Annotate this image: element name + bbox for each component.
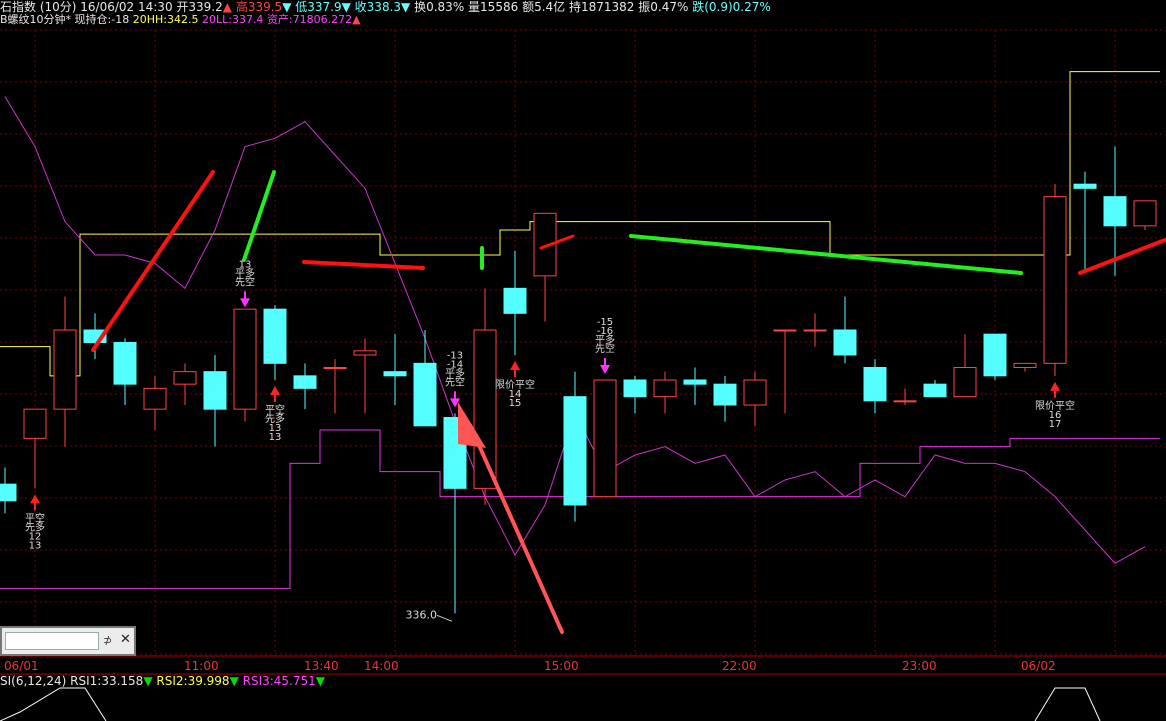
candle-body <box>683 379 707 385</box>
time-axis: 06/01 11:00 13:40 14:00 15:00 22:00 23:0… <box>0 657 1166 674</box>
floating-panel[interactable]: ⊅ ✕ <box>0 626 136 656</box>
candle-body <box>1073 183 1097 189</box>
time-tick: 22:00 <box>722 659 757 673</box>
signal-label: 先空 <box>445 375 465 388</box>
sell-signal-icon <box>600 365 610 374</box>
down-tri-icon: ▼ <box>315 674 326 688</box>
pin-icon[interactable]: ⊅ <box>103 634 112 647</box>
rsi-line <box>0 687 107 721</box>
time-tick: 15:00 <box>544 659 579 673</box>
candle-body <box>353 350 377 356</box>
time-tick: 06/01 <box>4 659 39 673</box>
candle-body <box>113 342 137 385</box>
time-tick: 06/02 <box>1021 659 1056 673</box>
candle-body <box>473 329 497 489</box>
rsi3-value: RSI3:45.751 <box>242 674 316 688</box>
buy-signal-icon <box>510 361 520 370</box>
candle-body <box>923 383 947 398</box>
sell-signal-icon <box>240 298 250 308</box>
candle-body <box>773 329 797 332</box>
candle-body <box>1043 196 1067 364</box>
candle-body <box>503 287 527 314</box>
floating-panel-content <box>5 632 99 650</box>
annotation-arrow <box>468 423 564 634</box>
candle-body <box>743 379 767 406</box>
rsi2-value: RSI2:39.998 <box>156 674 230 688</box>
time-tick: 23:00 <box>902 659 937 673</box>
candle-body <box>233 308 257 410</box>
time-tick: 14:00 <box>364 659 399 673</box>
candle-body <box>1013 362 1037 369</box>
candle-body <box>413 362 437 427</box>
rsi-bar: SI(6,12,24) RSI1:33.158▼ RSI2:39.998▼ RS… <box>0 674 325 689</box>
candle-body <box>593 379 617 498</box>
low-annotation-pointer <box>436 614 453 622</box>
trend-line <box>302 260 425 270</box>
candle-body <box>983 333 1007 377</box>
candle-body <box>383 371 407 377</box>
candle-body <box>23 408 47 439</box>
rsi1-value: RSI1:33.158 <box>70 674 144 688</box>
low-annotation: 336.0 <box>406 608 438 621</box>
signal-label: 13 <box>269 432 282 443</box>
candle-body <box>623 379 647 398</box>
candle-body <box>863 367 887 402</box>
down-tri-icon: ▼ <box>143 674 153 688</box>
candle-body <box>833 329 857 356</box>
candle-body <box>953 367 977 398</box>
trend-line <box>91 170 215 352</box>
signal-label: 先空 <box>595 342 615 355</box>
candle-body <box>713 383 737 406</box>
candle-body <box>143 387 167 410</box>
candle-body <box>653 379 677 398</box>
trend-line <box>242 170 276 262</box>
candle-body <box>293 375 317 389</box>
kline-chart[interactable]: 平空先多121313平多先空平空先多1313-13-14平多先空 限价平空1415… <box>0 0 1166 721</box>
buy-signal-icon <box>1050 381 1060 391</box>
candle-body <box>1103 196 1127 227</box>
time-tick: 11:00 <box>184 659 219 673</box>
candle-body <box>0 483 17 502</box>
candle-body <box>203 371 227 410</box>
down-tri-icon: ▼ <box>229 674 239 688</box>
candle-body <box>323 367 347 369</box>
hh-line <box>0 71 1160 377</box>
signal-label: 先空 <box>235 275 255 288</box>
close-icon[interactable]: ✕ <box>120 632 131 647</box>
candle-body <box>1133 200 1157 227</box>
buy-signal-icon <box>270 386 280 395</box>
candle-body <box>53 329 77 410</box>
candle-body <box>263 308 287 364</box>
signal-label: 17 <box>1049 419 1062 430</box>
signal-label: 15 <box>509 398 522 409</box>
candle-body <box>173 371 197 385</box>
candle-body <box>803 329 827 332</box>
buy-signal-icon <box>30 494 40 504</box>
trend-line <box>1078 238 1166 275</box>
candle-body <box>893 400 917 403</box>
signal-label: 13 <box>29 540 42 551</box>
rsi-name: SI(6,12,24) <box>0 674 67 688</box>
time-tick: 13:40 <box>304 659 339 673</box>
rsi-line <box>1034 687 1101 721</box>
candle-body <box>563 396 587 506</box>
